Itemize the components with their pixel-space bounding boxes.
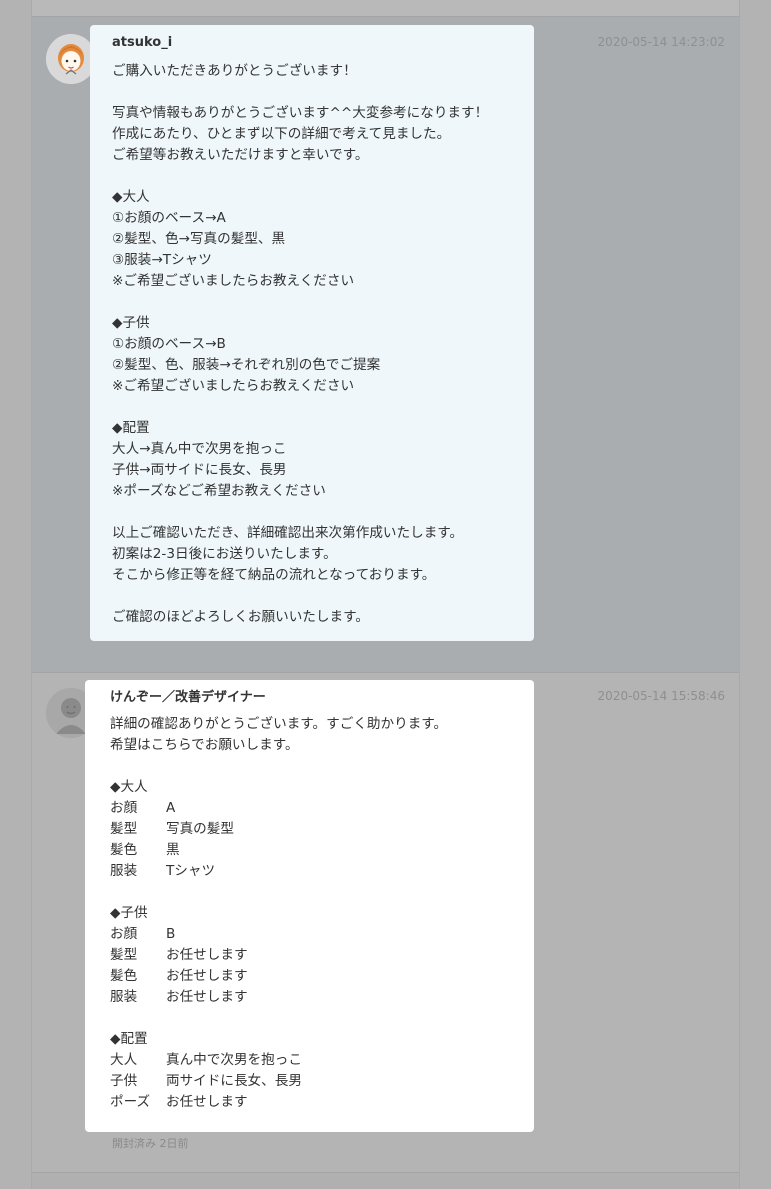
detail-key: 服装	[110, 989, 138, 1005]
sender-name[interactable]: atsuko_i	[112, 34, 516, 51]
message-line: ①お顔のベース→A	[112, 210, 226, 226]
message-line: ◆大人	[112, 189, 150, 205]
section-title-child: ◆子供	[110, 905, 148, 921]
detail-key: お顔	[110, 926, 138, 942]
message-line: ◆配置	[112, 420, 150, 436]
message-line: ③服装→Tシャツ	[112, 252, 212, 268]
message-timestamp: 2020-05-14 15:58:46	[597, 689, 725, 703]
section-title-adult: ◆大人	[110, 779, 148, 795]
message-line: ②髪型、色→写真の髪型、黒	[112, 231, 286, 247]
detail-row: 髪色 お任せします	[110, 966, 516, 987]
message-line	[112, 586, 516, 607]
message-line	[112, 292, 516, 313]
detail-value: 両サイドに長女、長男	[166, 1073, 302, 1089]
message-line	[112, 166, 516, 187]
message-line: ご希望等お教えいただけますと幸いです。	[112, 147, 369, 163]
detail-value: お任せします	[166, 947, 248, 963]
message-line: ※ご希望ございましたらお教えください	[112, 378, 355, 394]
message-line: 初案は2-3日後にお送りいたします。	[112, 546, 337, 562]
detail-key: 大人	[110, 1052, 138, 1068]
detail-row: 子供 両サイドに長女、長男	[110, 1071, 516, 1092]
detail-value: Tシャツ	[166, 863, 216, 879]
sent-message-block: けんぞー／改善デザイナー 詳細の確認ありがとうございます。すごく助かります。 希…	[32, 672, 739, 1172]
message-line: ※ポーズなどご希望お教えください	[112, 483, 326, 499]
read-status: 開封済み 2日前	[112, 1137, 189, 1150]
message-line: ご確認のほどよろしくお願いいたします。	[112, 609, 369, 625]
message-line: 子供→両サイドに長女、長男	[112, 462, 287, 478]
detail-key: 服装	[110, 863, 138, 879]
detail-row: 髪型 写真の髪型	[110, 819, 516, 840]
detail-row: 服装 Tシャツ	[110, 861, 516, 882]
message-body: 詳細の確認ありがとうございます。すごく助かります。 希望はこちらでお願いします。…	[110, 714, 516, 1113]
message-line: 大人→真ん中で次男を抱っこ	[112, 441, 287, 457]
detail-value: お任せします	[166, 1094, 248, 1110]
sender-name[interactable]: けんぞー／改善デザイナー	[110, 689, 516, 706]
detail-value: A	[166, 800, 176, 816]
message-line	[112, 397, 516, 418]
detail-value: 真ん中で次男を抱っこ	[166, 1052, 302, 1068]
sent-message-bubble: けんぞー／改善デザイナー 詳細の確認ありがとうございます。すごく助かります。 希…	[85, 680, 534, 1132]
message-line: 作成にあたり、ひとまず以下の詳細で考えて見ました。	[112, 126, 451, 142]
message-line: 希望はこちらでお願いします。	[110, 737, 299, 753]
message-thread-viewport: atsuko_i ご購入いただきありがとうございます！ 写真や情報もありがとうご…	[0, 0, 771, 1189]
detail-row: ポーズ お任せします	[110, 1092, 516, 1113]
detail-key: 髪型	[110, 821, 138, 837]
message-line: ◆子供	[112, 315, 150, 331]
message-line: そこから修正等を経て納品の流れとなっております。	[112, 567, 436, 583]
detail-row: 髪型 お任せします	[110, 945, 516, 966]
detail-value: 黒	[166, 842, 180, 858]
message-line: 詳細の確認ありがとうございます。すごく助かります。	[110, 716, 448, 732]
detail-key: 髪色	[110, 842, 138, 858]
orange-haired-person-avatar-icon[interactable]	[46, 34, 96, 84]
message-line: ①お顔のベース→B	[112, 336, 226, 352]
message-line	[112, 502, 516, 523]
detail-value: 写真の髪型	[166, 821, 234, 837]
section-title-layout: ◆配置	[110, 1031, 148, 1047]
message-body: ご購入いただきありがとうございます！ 写真や情報もありがとうございます^^大変参…	[112, 61, 516, 628]
detail-value: お任せします	[166, 968, 248, 984]
message-line: 以上ご確認いただき、詳細確認出来次第作成いたします。	[112, 525, 464, 541]
message-line: ご購入いただきありがとうございます！	[112, 63, 357, 79]
message-line: ②髪型、色、服装→それぞれ別の色でご提案	[112, 357, 381, 373]
message-timestamp: 2020-05-14 14:23:02	[597, 35, 725, 49]
detail-row: お顔 A	[110, 798, 516, 819]
detail-value: お任せします	[166, 989, 248, 1005]
received-message-bubble: atsuko_i ご購入いただきありがとうございます！ 写真や情報もありがとうご…	[90, 25, 534, 641]
detail-row: お顔 B	[110, 924, 516, 945]
detail-row: 服装 お任せします	[110, 987, 516, 1008]
detail-key: ポーズ	[110, 1094, 151, 1110]
detail-row: 大人 真ん中で次男を抱っこ	[110, 1050, 516, 1071]
message-line: 写真や情報もありがとうございます^^大変参考になります！	[112, 105, 489, 121]
message-line: ※ご希望ございましたらお教えください	[112, 273, 355, 289]
next-message-block	[32, 1172, 739, 1189]
detail-key: 子供	[110, 1073, 138, 1089]
detail-key: 髪型	[110, 947, 138, 963]
detail-key: お顔	[110, 800, 138, 816]
person-avatar-icon	[46, 34, 96, 84]
detail-key: 髪色	[110, 968, 138, 984]
received-message-block: atsuko_i ご購入いただきありがとうございます！ 写真や情報もありがとうご…	[32, 16, 739, 672]
message-line	[112, 82, 516, 103]
detail-row: 髪色 黒	[110, 840, 516, 861]
detail-value: B	[166, 926, 176, 942]
conversation-column: atsuko_i ご購入いただきありがとうございます！ 写真や情報もありがとうご…	[31, 0, 740, 1189]
